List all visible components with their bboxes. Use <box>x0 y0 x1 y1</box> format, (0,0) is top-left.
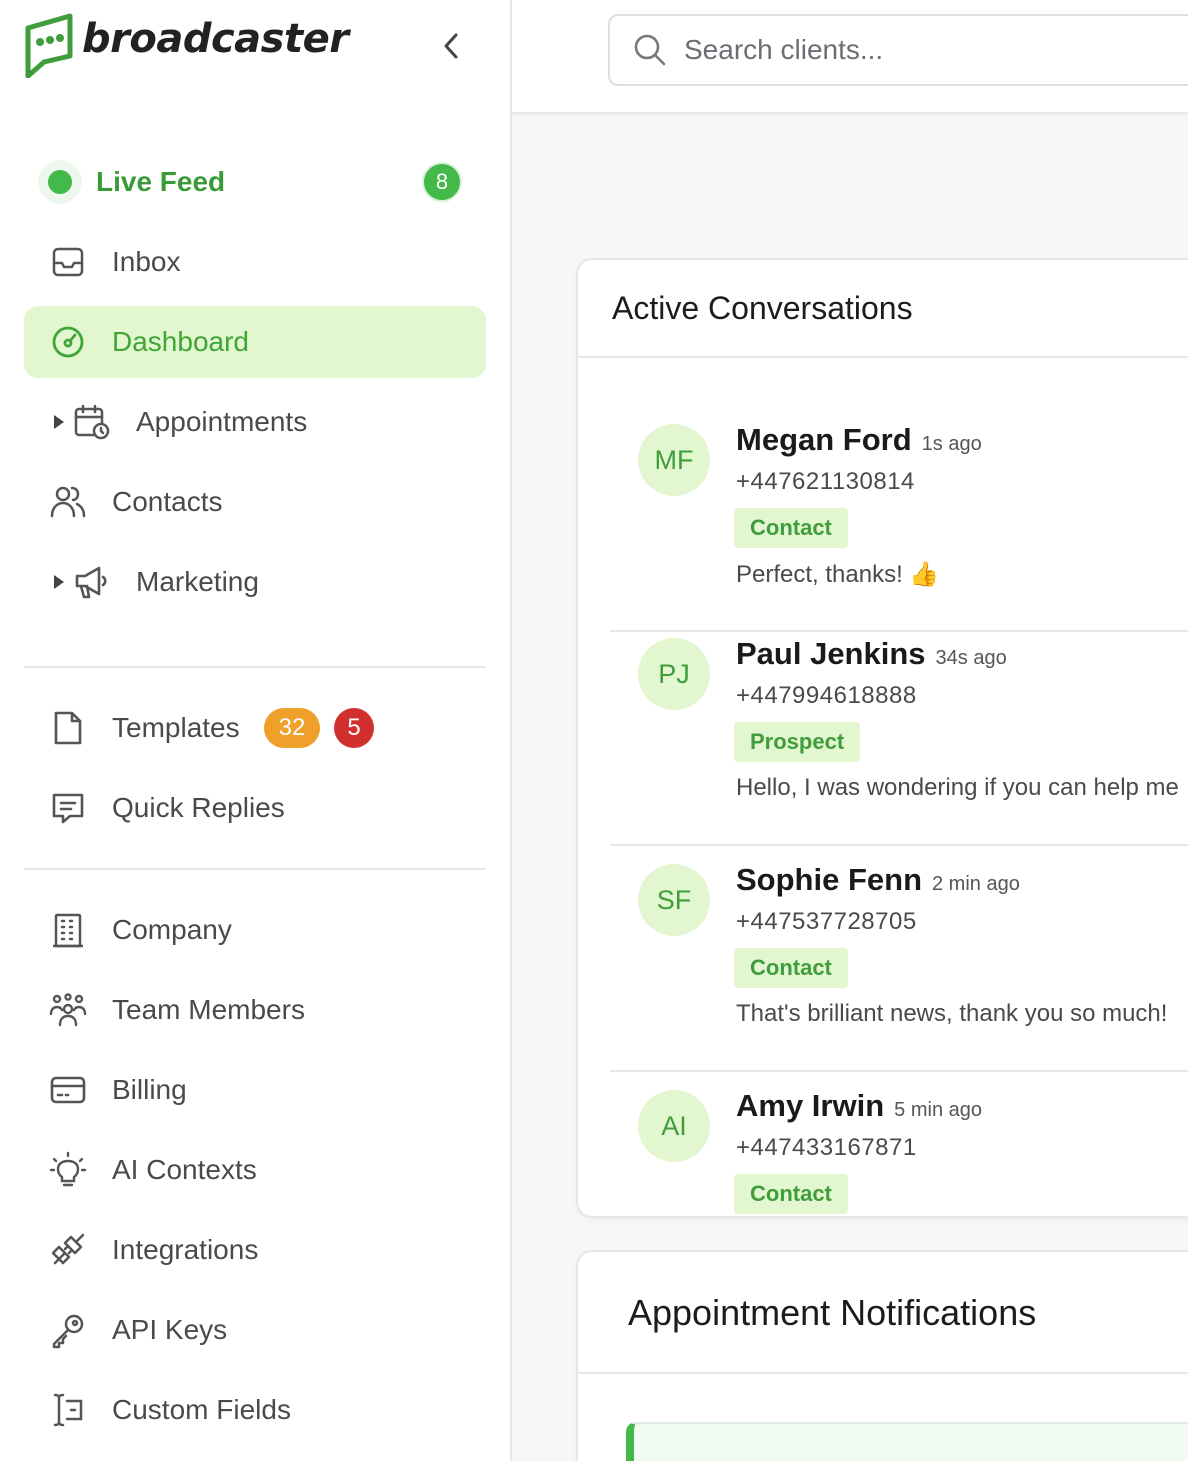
sidebar-item-label: Integrations <box>112 1234 259 1265</box>
text-cursor-icon <box>48 1390 88 1430</box>
sidebar-item-ai-contexts[interactable]: AI Contexts <box>24 1134 486 1206</box>
sidebar-item-company[interactable]: Company <box>24 894 486 966</box>
sidebar-item-label: Company <box>112 914 232 945</box>
message-square-icon <box>48 788 88 828</box>
sidebar: broadcaster Live Feed 8 Inbox Dashboard … <box>0 0 512 1461</box>
sidebar-item-label: AI Contexts <box>112 1154 257 1185</box>
sidebar-item-label: Inbox <box>112 246 181 277</box>
sidebar-divider <box>24 868 486 870</box>
card-divider <box>578 356 1188 358</box>
top-bar <box>512 0 1188 114</box>
sidebar-item-label: Appointments <box>136 406 308 437</box>
document-icon <box>48 708 88 748</box>
active-conversations-card: Active Conversations MF Megan Ford 1s ago… <box>576 258 1188 1218</box>
sidebar-item-custom-fields[interactable]: Custom Fields <box>24 1374 486 1446</box>
team-icon <box>48 990 88 1030</box>
broadcaster-logo-icon <box>25 13 73 78</box>
sidebar-item-dashboard[interactable]: Dashboard <box>24 306 486 378</box>
sidebar-item-label: Contacts <box>112 486 223 517</box>
contact-name: Amy Irwin 5 min ago <box>736 1088 982 1123</box>
sidebar-divider <box>24 666 486 668</box>
caret-right-icon[interactable] <box>54 415 64 429</box>
card-title: Active Conversations <box>612 290 913 326</box>
sidebar-item-templates[interactable]: Templates 32 5 <box>24 692 486 764</box>
message-time: 2 min ago <box>932 873 1020 895</box>
live-indicator <box>38 160 82 204</box>
plug-icon <box>48 1230 88 1270</box>
contact-name: Megan Ford 1s ago <box>736 422 982 457</box>
card-title: Appointment Notifications <box>628 1292 1037 1333</box>
templates-alert-badge: 5 <box>334 708 374 748</box>
collapse-sidebar-button[interactable] <box>436 28 466 64</box>
avatar: AI <box>638 1090 710 1162</box>
contact-tag-badge: Prospect <box>734 722 861 762</box>
sidebar-item-label: Marketing <box>136 566 259 597</box>
card-divider <box>578 1372 1188 1374</box>
brand[interactable]: broadcaster <box>22 12 349 78</box>
sidebar-item-label: Custom Fields <box>112 1394 291 1425</box>
sidebar-item-label: Quick Replies <box>112 792 285 823</box>
sidebar-item-label: Live Feed <box>96 166 226 197</box>
live-feed-count-badge: 8 <box>422 162 462 202</box>
contact-tag-badge: Contact <box>734 948 848 988</box>
sidebar-item-quick-replies[interactable]: Quick Replies <box>24 772 486 844</box>
caret-right-icon[interactable] <box>54 575 64 589</box>
lightbulb-icon <box>48 1150 88 1190</box>
sidebar-item-contacts[interactable]: Contacts <box>24 466 486 538</box>
contact-phone: +447537728705 <box>736 908 917 935</box>
search-input[interactable] <box>684 34 1164 66</box>
contact-phone: +447433167871 <box>736 1134 917 1161</box>
sidebar-item-appointments[interactable]: Appointments <box>24 386 486 458</box>
calendar-clock-icon <box>72 402 112 442</box>
message-time: 5 min ago <box>894 1099 982 1121</box>
gauge-icon <box>48 322 88 362</box>
message-time: 34s ago <box>935 647 1007 669</box>
credit-card-icon <box>48 1070 88 1110</box>
sidebar-item-label: API Keys <box>112 1314 228 1345</box>
users-icon <box>48 482 88 522</box>
appointment-notifications-card: Appointment Notifications <box>576 1250 1188 1461</box>
sidebar-item-live-feed[interactable]: Live Feed 8 <box>24 146 486 218</box>
sidebar-item-label: Billing <box>112 1074 187 1105</box>
contact-tag-badge: Contact <box>734 1174 848 1214</box>
notification-item[interactable] <box>626 1422 1188 1461</box>
contact-phone: +447994618888 <box>736 682 917 709</box>
megaphone-icon <box>72 562 112 602</box>
contact-phone: +447621130814 <box>736 468 915 495</box>
building-icon <box>48 910 88 950</box>
sidebar-item-team-members[interactable]: Team Members <box>24 974 486 1046</box>
contact-name: Sophie Fenn 2 min ago <box>736 862 1020 897</box>
conversation-item[interactable]: PJ Paul Jenkins 34s ago +447994618888 Pro… <box>610 620 1188 846</box>
message-time: 1s ago <box>921 433 982 455</box>
brand-name: broadcaster <box>82 16 349 62</box>
inbox-icon <box>48 242 88 282</box>
templates-count-badge: 32 <box>264 708 320 748</box>
last-message-preview: Hello, I was wondering if you can help m… <box>736 774 1179 801</box>
avatar: MF <box>638 424 710 496</box>
chevron-left-icon <box>444 33 458 59</box>
conversation-item[interactable]: SF Sophie Fenn 2 min ago +447537728705 Co… <box>610 846 1188 1072</box>
sidebar-item-label: Dashboard <box>112 326 249 357</box>
sidebar-item-api-keys[interactable]: API Keys <box>24 1294 486 1366</box>
sidebar-item-integrations[interactable]: Integrations <box>24 1214 486 1286</box>
search-icon <box>634 34 666 66</box>
key-icon <box>48 1310 88 1350</box>
sidebar-item-inbox[interactable]: Inbox <box>24 226 486 298</box>
search-box[interactable] <box>608 14 1188 86</box>
avatar: PJ <box>638 638 710 710</box>
last-message-preview: That's brilliant news, thank you so much… <box>736 1000 1168 1027</box>
avatar: SF <box>638 864 710 936</box>
conversation-item[interactable]: MF Megan Ford 1s ago +447621130814 Contac… <box>610 406 1188 632</box>
sidebar-item-billing[interactable]: Billing <box>24 1054 486 1126</box>
sidebar-item-marketing[interactable]: Marketing <box>24 546 486 618</box>
sidebar-item-label: Team Members <box>112 994 305 1025</box>
conversation-item[interactable]: AI Amy Irwin 5 min ago +447433167871 Cont… <box>610 1072 1188 1216</box>
last-message-preview: Perfect, thanks! 👍 <box>736 561 940 588</box>
contact-name: Paul Jenkins 34s ago <box>736 636 1007 671</box>
contact-tag-badge: Contact <box>734 508 848 548</box>
sidebar-item-label: Templates <box>112 712 240 743</box>
